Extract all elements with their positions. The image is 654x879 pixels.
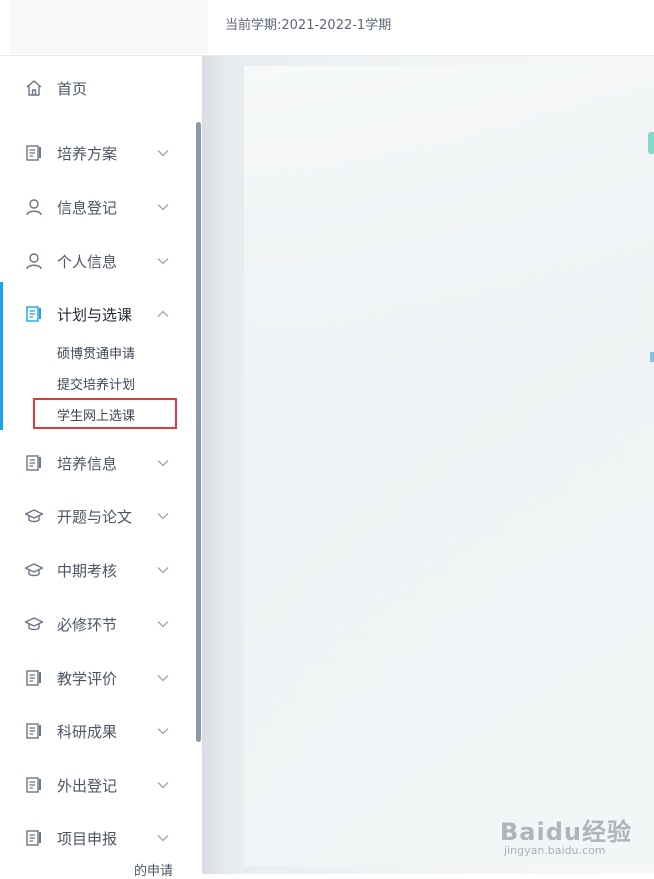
sidebar-item-label: 培养信息 — [57, 454, 118, 473]
user-icon — [24, 197, 44, 217]
chevron-down-icon — [156, 778, 170, 792]
chevron-down-icon — [156, 724, 170, 738]
sidebar-item-training-plan[interactable]: 培养方案 — [0, 135, 190, 171]
watermark-brand: Baidu经验 — [500, 818, 632, 846]
chevron-up-icon — [156, 307, 170, 321]
sidebar-item-personal-info[interactable]: 个人信息 — [0, 243, 190, 279]
sidebar-item-project-apply[interactable]: 项目申报 — [0, 820, 190, 856]
sidebar-item-label: 中期考核 — [57, 561, 118, 580]
document-icon — [24, 143, 44, 163]
sidebar-item-label: 科研成果 — [57, 722, 118, 741]
sidebar-item-label: 培养方案 — [57, 144, 118, 163]
chevron-down-icon — [156, 456, 170, 470]
sidebar-item-home[interactable]: 首页 — [0, 70, 190, 106]
sidebar-item-label: 教学评价 — [57, 669, 118, 688]
sidebar-scrollbar[interactable] — [196, 122, 201, 742]
top-bar: 当前学期:2021-2022-1学期 — [0, 0, 654, 56]
document-icon — [24, 304, 44, 324]
graduation-cap-icon — [24, 506, 44, 526]
sidebar-item-midterm-review[interactable]: 中期考核 — [0, 552, 190, 588]
chevron-down-icon — [156, 509, 170, 523]
user-icon — [24, 251, 44, 271]
content-accent-dot — [650, 352, 654, 362]
chevron-down-icon — [156, 831, 170, 845]
sidebar-item-plan-course[interactable]: 计划与选课 — [0, 296, 190, 332]
sidebar-item-label: 外出登记 — [57, 776, 118, 795]
document-icon — [24, 668, 44, 688]
content-panel — [244, 66, 654, 866]
sidebar-bottom-fragment: 的申请 — [0, 858, 202, 879]
highlight-annotation-box — [33, 398, 177, 429]
submenu-item-submit-plan[interactable]: 提交培养计划 — [57, 374, 135, 393]
cut-off-text: 的申请 — [134, 864, 174, 879]
sidebar-item-outing-register[interactable]: 外出登记 — [0, 767, 190, 803]
sidebar-item-label: 计划与选课 — [57, 305, 133, 324]
sidebar-item-teaching-eval[interactable]: 教学评价 — [0, 660, 190, 696]
main-content — [202, 56, 654, 874]
home-icon — [24, 78, 44, 98]
graduation-cap-icon — [24, 560, 44, 580]
document-icon — [24, 775, 44, 795]
sidebar-item-proposal-thesis[interactable]: 开题与论文 — [0, 498, 190, 534]
watermark-site: jingyan.baidu.com — [504, 844, 606, 857]
sidebar-item-label: 项目申报 — [57, 829, 118, 848]
logo-area — [10, 0, 208, 54]
sidebar-item-label: 个人信息 — [57, 252, 118, 271]
current-semester-label: 当前学期:2021-2022-1学期 — [225, 18, 392, 33]
chevron-down-icon — [156, 671, 170, 685]
sidebar-item-label: 必修环节 — [57, 615, 118, 634]
sidebar-item-label: 开题与论文 — [57, 507, 133, 526]
sidebar-item-label: 首页 — [57, 79, 88, 98]
sidebar-item-label: 信息登记 — [57, 198, 118, 217]
document-icon — [24, 721, 44, 741]
document-icon — [24, 828, 44, 848]
sidebar-item-research-results[interactable]: 科研成果 — [0, 713, 190, 749]
chevron-down-icon — [156, 617, 170, 631]
sidebar-item-training-info[interactable]: 培养信息 — [0, 445, 190, 481]
sidebar-item-required-steps[interactable]: 必修环节 — [0, 606, 190, 642]
chevron-down-icon — [156, 146, 170, 160]
chevron-down-icon — [156, 563, 170, 577]
document-icon — [24, 453, 44, 473]
submenu-item-master-phd[interactable]: 硕博贯通申请 — [57, 343, 135, 362]
graduation-cap-icon — [24, 614, 44, 634]
sidebar-item-info-register[interactable]: 信息登记 — [0, 189, 190, 225]
content-accent — [648, 132, 654, 154]
watermark: Baidu经验 jingyan.baidu.com — [500, 800, 650, 864]
chevron-down-icon — [156, 200, 170, 214]
chevron-down-icon — [156, 254, 170, 268]
